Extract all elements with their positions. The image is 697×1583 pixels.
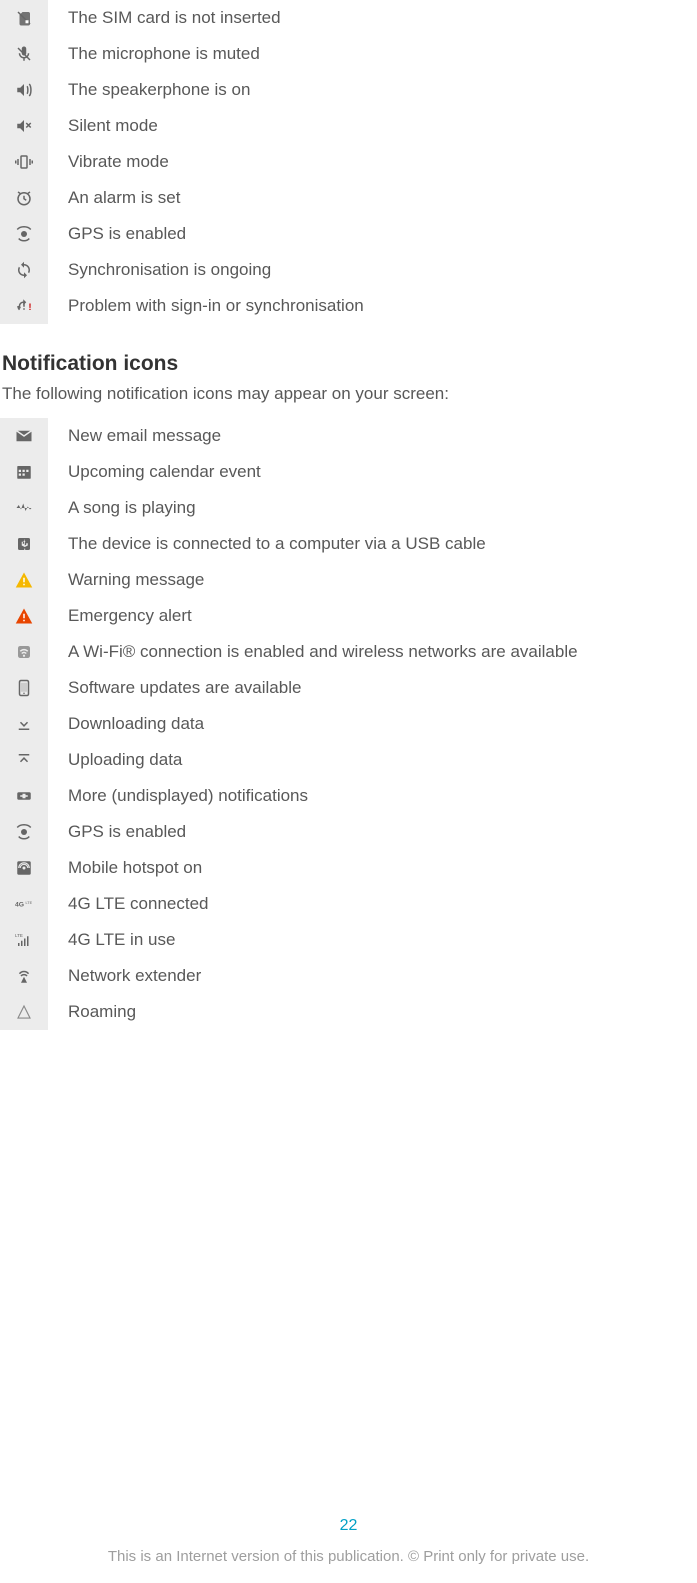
- svg-text:LTE: LTE: [26, 901, 33, 905]
- icon-description: The speakerphone is on: [48, 80, 250, 100]
- icon-description: The microphone is muted: [48, 44, 260, 64]
- table-row: The device is connected to a computer vi…: [0, 526, 697, 562]
- icon-description: An alarm is set: [48, 188, 180, 208]
- table-row: A Wi-Fi® connection is enabled and wirel…: [0, 634, 697, 670]
- network-extender-icon: [0, 958, 48, 994]
- table-row: Silent mode: [0, 108, 697, 144]
- status-icon-table: The SIM card is not inserted The micropho…: [0, 0, 697, 324]
- icon-description: The device is connected to a computer vi…: [48, 534, 486, 554]
- table-row: Roaming: [0, 994, 697, 1030]
- table-row: More (undisplayed) notifications: [0, 778, 697, 814]
- table-row: Synchronisation is ongoing: [0, 252, 697, 288]
- icon-description: Emergency alert: [48, 606, 192, 626]
- table-row: The speakerphone is on: [0, 72, 697, 108]
- gps-icon: [0, 814, 48, 850]
- lte-inuse-icon: LTE: [0, 922, 48, 958]
- email-icon: [0, 418, 48, 454]
- table-row: Upcoming calendar event: [0, 454, 697, 490]
- gps-icon: [0, 216, 48, 252]
- table-row: Network extender: [0, 958, 697, 994]
- notification-icons-sub: The following notification icons may app…: [0, 384, 697, 418]
- icon-description: Roaming: [48, 1002, 136, 1022]
- table-row: GPS is enabled: [0, 216, 697, 252]
- table-row: The microphone is muted: [0, 36, 697, 72]
- svg-text:LTE: LTE: [15, 933, 23, 938]
- page-content: The SIM card is not inserted The micropho…: [0, 0, 697, 1030]
- icon-description: A song is playing: [48, 498, 196, 518]
- warning-red-icon: [0, 598, 48, 634]
- vibrate-mode-icon: [0, 144, 48, 180]
- table-row: New email message: [0, 418, 697, 454]
- icon-description: More (undisplayed) notifications: [48, 786, 308, 806]
- table-row: Software updates are available: [0, 670, 697, 706]
- notification-icon-table: New email message Upcoming calendar event…: [0, 418, 697, 1030]
- icon-description: Downloading data: [48, 714, 204, 734]
- table-row: The SIM card is not inserted: [0, 0, 697, 36]
- mic-muted-icon: [0, 36, 48, 72]
- icon-description: Software updates are available: [48, 678, 301, 698]
- icon-description: 4G LTE in use: [48, 930, 175, 950]
- software-update-icon: [0, 670, 48, 706]
- table-row: Emergency alert: [0, 598, 697, 634]
- table-row: GPS is enabled: [0, 814, 697, 850]
- table-row: A song is playing: [0, 490, 697, 526]
- table-row: Mobile hotspot on: [0, 850, 697, 886]
- icon-description: GPS is enabled: [48, 224, 186, 244]
- icon-description: New email message: [48, 426, 221, 446]
- page-number: 22: [0, 1517, 697, 1535]
- table-row: Warning message: [0, 562, 697, 598]
- icon-description: Mobile hotspot on: [48, 858, 202, 878]
- icon-description: The SIM card is not inserted: [48, 8, 281, 28]
- no-sim-icon: [0, 0, 48, 36]
- notification-icons-heading: Notification icons: [0, 324, 697, 384]
- icon-description: A Wi-Fi® connection is enabled and wirel…: [48, 642, 578, 662]
- icon-description: Upcoming calendar event: [48, 462, 261, 482]
- table-row: 4GLTE4G LTE connected: [0, 886, 697, 922]
- table-row: Downloading data: [0, 706, 697, 742]
- music-icon: [0, 490, 48, 526]
- svg-text:!: !: [29, 302, 32, 312]
- more-notifications-icon: [0, 778, 48, 814]
- table-row: Uploading data: [0, 742, 697, 778]
- icon-description: Warning message: [48, 570, 204, 590]
- icon-description: GPS is enabled: [48, 822, 186, 842]
- download-icon: [0, 706, 48, 742]
- table-row: An alarm is set: [0, 180, 697, 216]
- icon-description: Vibrate mode: [48, 152, 169, 172]
- silent-mode-icon: [0, 108, 48, 144]
- sync-icon: [0, 252, 48, 288]
- icon-description: Synchronisation is ongoing: [48, 260, 271, 280]
- roaming-icon: [0, 994, 48, 1030]
- icon-description: Uploading data: [48, 750, 182, 770]
- table-row: Vibrate mode: [0, 144, 697, 180]
- calendar-icon: [0, 454, 48, 490]
- table-row: LTE 4G LTE in use: [0, 922, 697, 958]
- upload-icon: [0, 742, 48, 778]
- lte-connected-icon: 4GLTE: [0, 886, 48, 922]
- icon-description: Silent mode: [48, 116, 158, 136]
- wifi-icon: [0, 634, 48, 670]
- sync-problem-icon: !: [0, 288, 48, 324]
- table-row: ! Problem with sign-in or synchronisation: [0, 288, 697, 324]
- icon-description: 4G LTE connected: [48, 894, 209, 914]
- hotspot-icon: [0, 850, 48, 886]
- warning-yellow-icon: [0, 562, 48, 598]
- svg-text:4G: 4G: [15, 901, 24, 908]
- usb-icon: [0, 526, 48, 562]
- icon-description: Problem with sign-in or synchronisation: [48, 296, 364, 316]
- alarm-icon: [0, 180, 48, 216]
- footer-note: This is an Internet version of this publ…: [0, 1548, 697, 1565]
- speakerphone-icon: [0, 72, 48, 108]
- icon-description: Network extender: [48, 966, 201, 986]
